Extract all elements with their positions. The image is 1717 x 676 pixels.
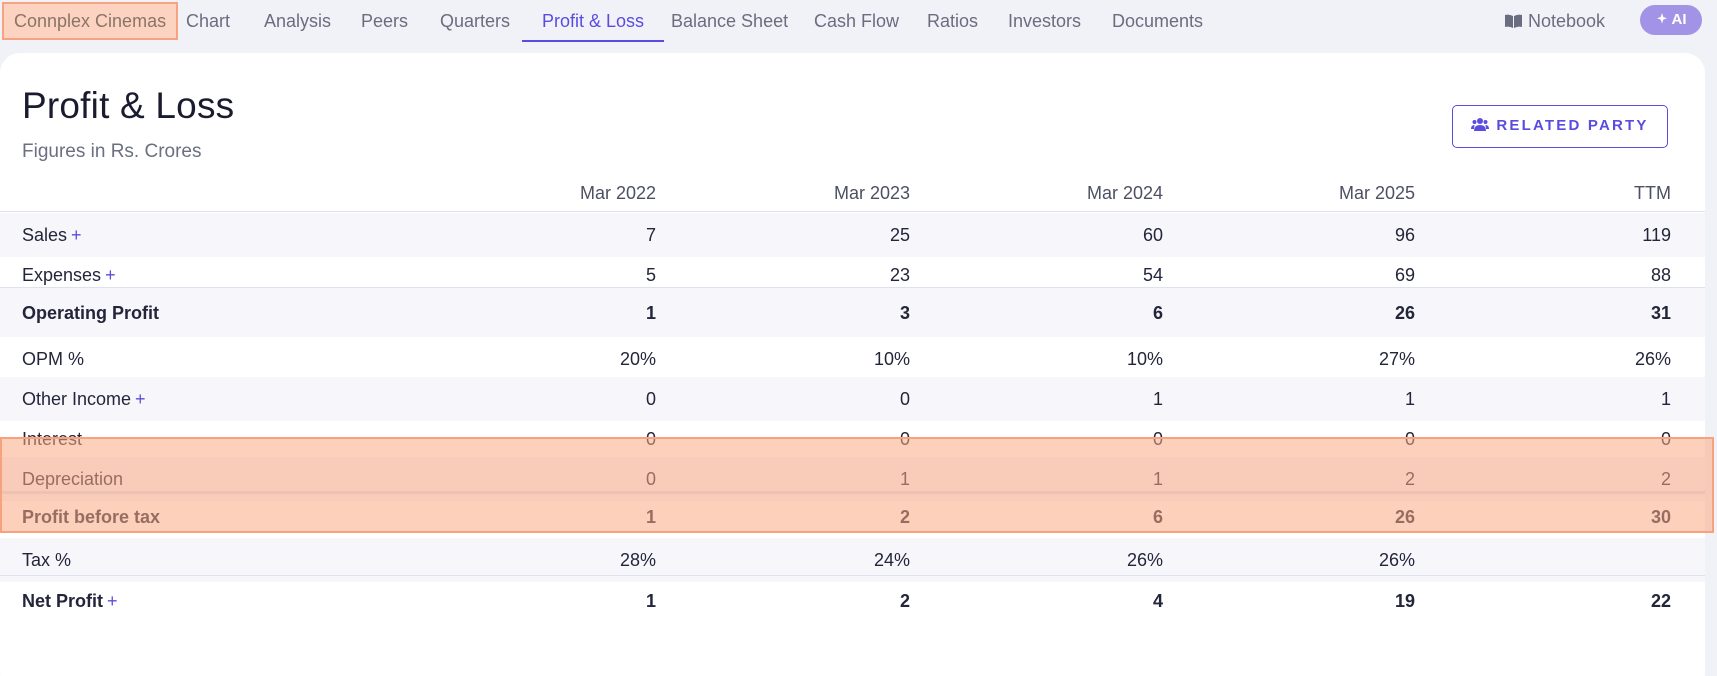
table-cell: 0 (1152, 429, 1163, 449)
tab-quarters[interactable]: Quarters (440, 0, 510, 42)
row-label: Operating Profit (22, 303, 160, 323)
sparkle-icon (1656, 13, 1667, 24)
table-cell: 6 (1152, 303, 1163, 323)
notebook-link[interactable]: Notebook (1505, 0, 1605, 42)
table-cell: 6 (1152, 507, 1163, 527)
table-cell: 3 (899, 303, 910, 323)
table-cell: 25 (889, 225, 910, 245)
tab-balance-sheet[interactable]: Balance Sheet (671, 0, 788, 42)
company-name-link[interactable]: Connplex Cinemas (2, 2, 178, 40)
tab-cash-flow[interactable]: Cash Flow (814, 0, 899, 42)
row-label[interactable]: Sales + (22, 213, 82, 257)
profit-loss-card: Profit & Loss Figures in Rs. Crores RELA… (0, 53, 1705, 676)
expand-plus-icon[interactable]: + (135, 389, 146, 409)
table-cell: 26 (1394, 507, 1415, 527)
tab-analysis[interactable]: Analysis (264, 0, 331, 42)
table-cell: 0 (1404, 429, 1415, 449)
table-cell: 1 (645, 591, 656, 611)
book-icon (1505, 14, 1522, 28)
table-cell: 96 (1394, 225, 1415, 245)
table-cell: 27% (1378, 349, 1415, 369)
table-cell: 2 (899, 507, 910, 527)
table-cell: 0 (1660, 429, 1671, 449)
row-label: Profit before tax (22, 507, 161, 527)
related-party-button[interactable]: RELATED PARTY (1452, 105, 1668, 148)
tab-ratios[interactable]: Ratios (927, 0, 978, 42)
table-cell: 119 (1642, 225, 1671, 245)
table-cell: 0 (645, 429, 656, 449)
column-header: Mar 2023 (833, 183, 910, 203)
table-row-interest: Interest 0 0 0 0 0 (0, 417, 1705, 461)
table-cell: 1 (1404, 389, 1415, 409)
page-title: Profit & Loss (22, 85, 235, 126)
table-cell: 1 (1152, 389, 1163, 409)
table-cell: 20% (619, 349, 656, 369)
tab-documents[interactable]: Documents (1112, 0, 1203, 42)
column-header: TTM (1634, 183, 1671, 203)
table-header: Mar 2022 Mar 2023 Mar 2024 Mar 2025 TTM (0, 170, 1705, 212)
column-header: Mar 2025 (1338, 183, 1415, 203)
table-cell: 22 (1650, 591, 1671, 611)
notebook-label: Notebook (1528, 11, 1606, 31)
table-row-opm: OPM % 20% 10% 10% 27% 26% (0, 337, 1705, 381)
table-cell: 1 (645, 507, 656, 527)
table-cell: 26 (1394, 303, 1415, 323)
row-label: OPM % (22, 349, 85, 369)
table-cell: 0 (645, 389, 656, 409)
table-cell: 0 (899, 429, 910, 449)
tab-chart[interactable]: Chart (186, 0, 230, 42)
table-cell: 4 (1152, 591, 1163, 611)
tab-profit-loss[interactable]: Profit & Loss (521, 0, 665, 42)
row-label[interactable]: Net Profit + (22, 579, 118, 623)
tab-peers[interactable]: Peers (361, 0, 408, 42)
table-row-net-profit: Net Profit + 1 2 4 19 22 (0, 575, 1705, 625)
column-header: Mar 2024 (1086, 183, 1163, 203)
table-row-sales: Sales + 7 25 60 96 119 (0, 213, 1705, 257)
row-label: Interest (22, 429, 83, 449)
expand-plus-icon[interactable]: + (105, 265, 116, 285)
table-cell: 10% (873, 349, 910, 369)
table-cell: 30 (1650, 507, 1671, 527)
ai-label: AI (1671, 11, 1687, 28)
table-cell: 2 (899, 591, 910, 611)
table-cell: 1 (1660, 389, 1671, 409)
table-cell: 31 (1650, 303, 1671, 323)
table-cell: 1 (645, 303, 656, 323)
row-label[interactable]: Other Income + (22, 377, 146, 421)
table-row-operating-profit: Operating Profit 1 3 6 26 31 (0, 287, 1705, 337)
related-party-label: RELATED PARTY (1496, 117, 1649, 134)
table-cell: 60 (1142, 225, 1163, 245)
top-navigation: Connplex Cinemas Chart Analysis Peers Qu… (0, 0, 1717, 42)
column-header: Mar 2022 (579, 183, 656, 203)
table-row-profit-before-tax: Profit before tax 1 2 6 26 30 (0, 491, 1705, 541)
ai-button[interactable]: AI (1640, 5, 1702, 35)
table-cell: 10% (1126, 349, 1163, 369)
table-cell: 0 (899, 389, 910, 409)
table-cell: 19 (1394, 591, 1415, 611)
table-row-other-income: Other Income + 0 0 1 1 1 (0, 377, 1705, 421)
figures-unit-note: Figures in Rs. Crores (22, 141, 202, 162)
table-cell: 7 (645, 225, 656, 245)
tab-investors[interactable]: Investors (1008, 0, 1081, 42)
expand-plus-icon[interactable]: + (107, 591, 118, 611)
table-cell: 26% (1634, 349, 1671, 369)
users-icon (1471, 118, 1490, 131)
expand-plus-icon[interactable]: + (71, 225, 82, 245)
